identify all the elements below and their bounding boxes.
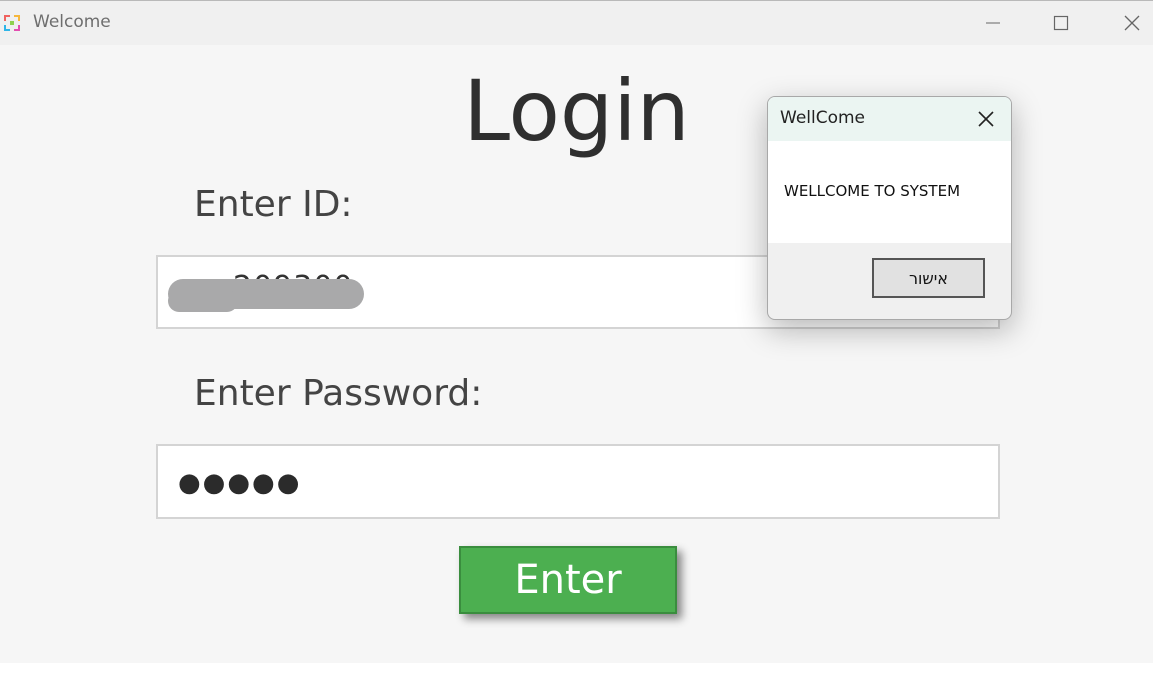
id-label: Enter ID: — [194, 184, 353, 225]
dialog-message: WELLCOME TO SYSTEM — [784, 182, 961, 200]
password-input-value: ●●●●● — [178, 468, 302, 498]
close-icon[interactable] — [1109, 7, 1153, 39]
enter-button[interactable]: Enter — [459, 546, 677, 614]
window-titlebar[interactable]: Welcome — [0, 1, 1153, 45]
password-label: Enter Password: — [194, 373, 483, 414]
window-title: Welcome — [33, 12, 111, 32]
redaction-mark — [168, 290, 238, 312]
dialog-body: WELLCOME TO SYSTEM — [768, 141, 1011, 243]
app-logo-icon — [2, 13, 22, 33]
password-input[interactable]: ●●●●● — [156, 444, 1000, 519]
dialog-title: WellCome — [780, 108, 866, 128]
ok-button[interactable]: אישור — [872, 258, 985, 298]
minimize-icon[interactable] — [970, 7, 1016, 39]
welcome-dialog: WellCome WELLCOME TO SYSTEM אישור — [767, 96, 1012, 320]
maximize-icon[interactable] — [1038, 7, 1084, 39]
dialog-titlebar[interactable]: WellCome — [768, 97, 1011, 141]
close-icon[interactable] — [972, 107, 1000, 131]
